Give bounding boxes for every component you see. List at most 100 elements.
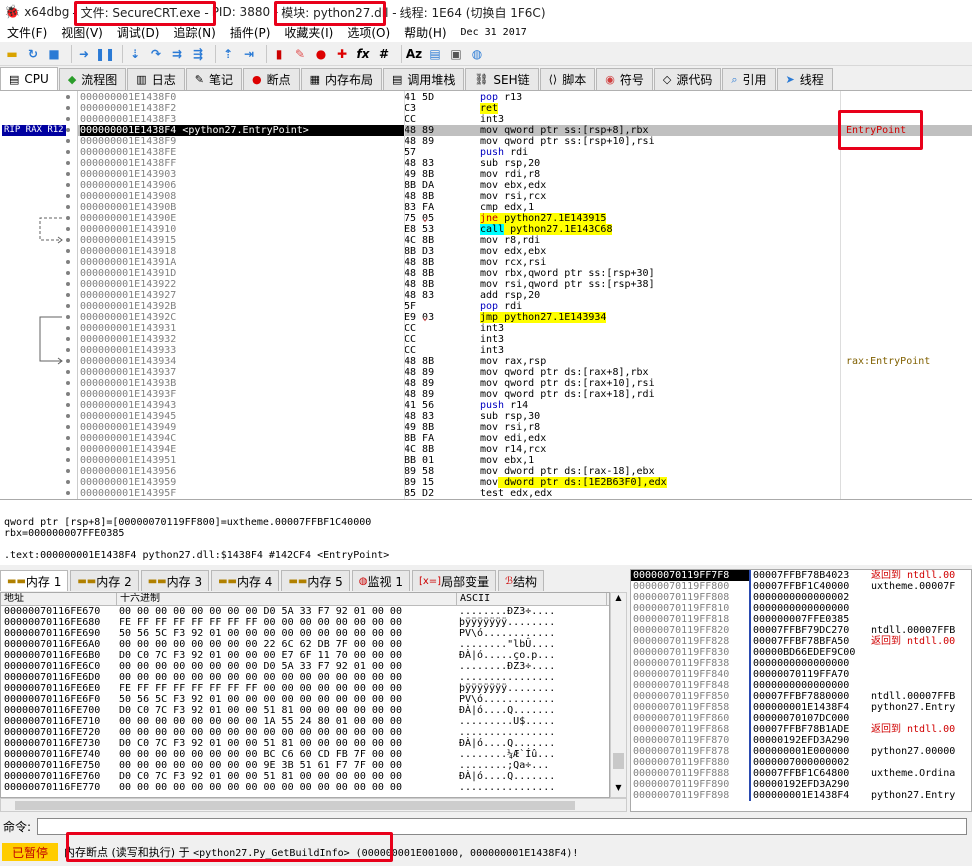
tab-9[interactable]: ◉ 符号 <box>596 68 653 90</box>
memory-tab-1[interactable]: ▬▬ 内存 2 <box>70 570 139 591</box>
menu-item[interactable]: 选项(O) <box>340 24 397 42</box>
dump-row[interactable]: 00000070116FE6D0 00 00 00 00 00 00 00 00 … <box>1 672 609 683</box>
disasm-row[interactable]: mov ebx,edx <box>480 180 840 191</box>
stack-row[interactable]: 00000070119FF828 00007FFBF78BFA50 返回到 ntdl… <box>631 636 971 647</box>
memory-tab-2[interactable]: ▬▬ 内存 3 <box>140 570 210 591</box>
tab-11[interactable]: ⌕ 引用 <box>722 68 776 90</box>
address-row[interactable]: 000000001E143931 <box>80 323 404 334</box>
hash-icon[interactable]: # <box>376 46 392 62</box>
disasm-row[interactable]: int3 <box>480 323 840 334</box>
run-icon[interactable]: ➜ <box>76 46 92 62</box>
tab-3[interactable]: ✎ 笔记 <box>185 68 242 90</box>
disasm-row[interactable]: pop rdi <box>480 301 840 312</box>
disasm-row[interactable]: mov ebx,1 <box>480 455 840 466</box>
stack-row[interactable]: 00000070119FF808 0000000000000002 <box>631 592 971 603</box>
address-row[interactable]: 000000001E143918 <box>80 246 404 257</box>
open-icon[interactable]: ▬ <box>4 46 20 62</box>
disasm-row[interactable]: mov edi,edx <box>480 433 840 444</box>
stack-row[interactable]: 00000070119FF820 00007FFBF79DC270 ntdll.00… <box>631 625 971 636</box>
address-row[interactable]: 000000001E1438F2 <box>80 103 404 114</box>
disasm-row[interactable]: jmp python27.1E143934 <box>480 312 840 323</box>
stack-row[interactable]: 00000070119FF838 0000000000000000 <box>631 658 971 669</box>
stack-row[interactable]: 00000070119FF850 00007FFBF7880000 ntdll.00… <box>631 691 971 702</box>
stack-row[interactable]: 00000070119FF818 000000007FFE0385 <box>631 614 971 625</box>
tab-5[interactable]: ▦ 内存布局 <box>300 68 382 90</box>
command-input[interactable] <box>37 817 968 835</box>
dump-row[interactable]: 00000070116FE740 00 00 00 00 00 00 00 00 … <box>1 749 609 760</box>
address-row[interactable]: 000000001E143915 <box>80 235 404 246</box>
dump-row[interactable]: 00000070116FE770 00 00 00 00 00 00 00 00 … <box>1 782 609 793</box>
stack-row[interactable]: 00000070119FF840 00000070119FFA70 <box>631 669 971 680</box>
memory-tab-4[interactable]: ▬▬ 内存 5 <box>281 570 350 591</box>
disasm-row[interactable]: push r14 <box>480 400 840 411</box>
address-row[interactable]: 000000001E1438F0 <box>80 92 404 103</box>
disasm-row[interactable]: int3 <box>480 334 840 345</box>
dump-row[interactable]: 00000070116FE6F0 50 56 5C F3 92 01 00 00 … <box>1 694 609 705</box>
address-row[interactable]: 000000001E1438FE <box>80 147 404 158</box>
address-row[interactable]: 000000001E14394C <box>80 433 404 444</box>
function-icon[interactable]: fx <box>355 46 371 62</box>
dump-row[interactable]: 00000070116FE690 50 56 5C F3 92 01 00 00 … <box>1 628 609 639</box>
disasm-row[interactable]: mov r8,rdi <box>480 235 840 246</box>
dump-row[interactable]: 00000070116FE680 FE FF FF FF FF FF FF FF … <box>1 617 609 628</box>
breakpoint-list-icon[interactable]: ✚ <box>334 46 350 62</box>
dump-row[interactable]: 00000070116FE6B0 D0 C0 7C F3 92 01 00 00 … <box>1 650 609 661</box>
stack-row[interactable]: 00000070119FF868 00007FFBF78B1ADE 返回到 ntdl… <box>631 724 971 735</box>
disasm-row[interactable]: mov rsi,rcx <box>480 191 840 202</box>
menu-item[interactable]: 帮助(H) <box>397 24 453 42</box>
stack-row[interactable]: 00000070119FF890 00000192EFD3A290 <box>631 779 971 790</box>
address-row[interactable]: 000000001E143908 <box>80 191 404 202</box>
restart-icon[interactable]: ↻ <box>25 46 41 62</box>
dump-row[interactable]: 00000070116FE710 00 00 00 00 00 00 00 00 … <box>1 716 609 727</box>
execute-till-return-icon[interactable]: ⇡ <box>220 46 236 62</box>
menu-item[interactable]: 插件(P) <box>223 24 278 42</box>
address-row[interactable]: 000000001E143951 <box>80 455 404 466</box>
address-row[interactable]: 000000001E14392B <box>80 301 404 312</box>
stack-row[interactable]: 00000070119FF810 0000000000000000 <box>631 603 971 614</box>
globe-icon[interactable]: ◍ <box>469 46 485 62</box>
disasm-row[interactable]: mov dword ptr ds:[rax-18],ebx <box>480 466 840 477</box>
settings-icon[interactable]: ▣ <box>448 46 464 62</box>
stack-row[interactable]: 00000070119FF7F8 00007FFBF78B4023 返回到 ntdl… <box>631 570 971 581</box>
dump-row[interactable]: 00000070116FE760 D0 C0 7C F3 92 01 00 00 … <box>1 771 609 782</box>
address-row[interactable]: 000000001E14390B <box>80 202 404 213</box>
address-row[interactable]: 000000001E143927 <box>80 290 404 301</box>
disasm-row[interactable]: push rdi <box>480 147 840 158</box>
dump-row[interactable]: 00000070116FE700 D0 C0 7C F3 92 01 00 00 … <box>1 705 609 716</box>
address-row[interactable]: 000000001E1438F9 <box>80 136 404 147</box>
disasm-row[interactable]: add rsp,20 <box>480 290 840 301</box>
disasm-row[interactable]: mov rsi,qword ptr ss:[rsp+38] <box>480 279 840 290</box>
disasm-row[interactable]: call python27.1E143C68 <box>480 224 840 235</box>
address-row[interactable]: 000000001E143937 <box>80 367 404 378</box>
step-over-icon[interactable]: ↷ <box>148 46 164 62</box>
address-row[interactable]: 000000001E143910 <box>80 224 404 235</box>
address-row[interactable]: 000000001E143903 <box>80 169 404 180</box>
scylla-icon[interactable]: ▮ <box>271 46 287 62</box>
close-icon[interactable]: ■ <box>46 46 62 62</box>
dump-row[interactable]: 00000070116FE6E0 FE FF FF FF FF FF FF FF … <box>1 683 609 694</box>
dump-row[interactable]: 00000070116FE730 D0 C0 7C F3 92 01 00 00 … <box>1 738 609 749</box>
menu-item[interactable]: 视图(V) <box>54 24 110 42</box>
trace-over-icon[interactable]: ⇶ <box>190 46 206 62</box>
memory-tab-5[interactable]: ◍ 监视 1 <box>351 570 410 591</box>
disasm-row[interactable]: mov r14,rcx <box>480 444 840 455</box>
address-row[interactable]: 000000001E14395F <box>80 488 404 499</box>
address-row[interactable]: 000000001E143932 <box>80 334 404 345</box>
disasm-row[interactable]: sub rsp,30 <box>480 411 840 422</box>
address-row[interactable]: 000000001E143922 <box>80 279 404 290</box>
stack-row[interactable]: 00000070119FF858 000000001E1438F4 python27… <box>631 702 971 713</box>
disasm-row[interactable]: mov qword ptr ds:[rax+10],rsi <box>480 378 840 389</box>
disasm-row[interactable]: jne python27.1E143915 <box>480 213 840 224</box>
disasm-row[interactable]: pop r13 <box>480 92 840 103</box>
tab-10[interactable]: ◇ 源代码 <box>653 68 722 90</box>
tab-2[interactable]: ▥ 日志 <box>127 68 185 90</box>
font-icon[interactable]: Az <box>406 46 422 62</box>
patch-icon[interactable]: ✎ <box>292 46 308 62</box>
stack-row[interactable]: 00000070119FF860 00000070107DC000 <box>631 713 971 724</box>
menu-item[interactable]: 追踪(N) <box>166 24 222 42</box>
disasm-row[interactable]: int3 <box>480 114 840 125</box>
stack-row[interactable]: 00000070119FF800 00007FFBF1C40000 uxtheme.… <box>631 581 971 592</box>
menu-item[interactable]: 收藏夹(I) <box>277 24 340 42</box>
tab-4[interactable]: ● 断点 <box>242 68 300 90</box>
tab-8[interactable]: ⟨⟩ 脚本 <box>539 68 596 90</box>
